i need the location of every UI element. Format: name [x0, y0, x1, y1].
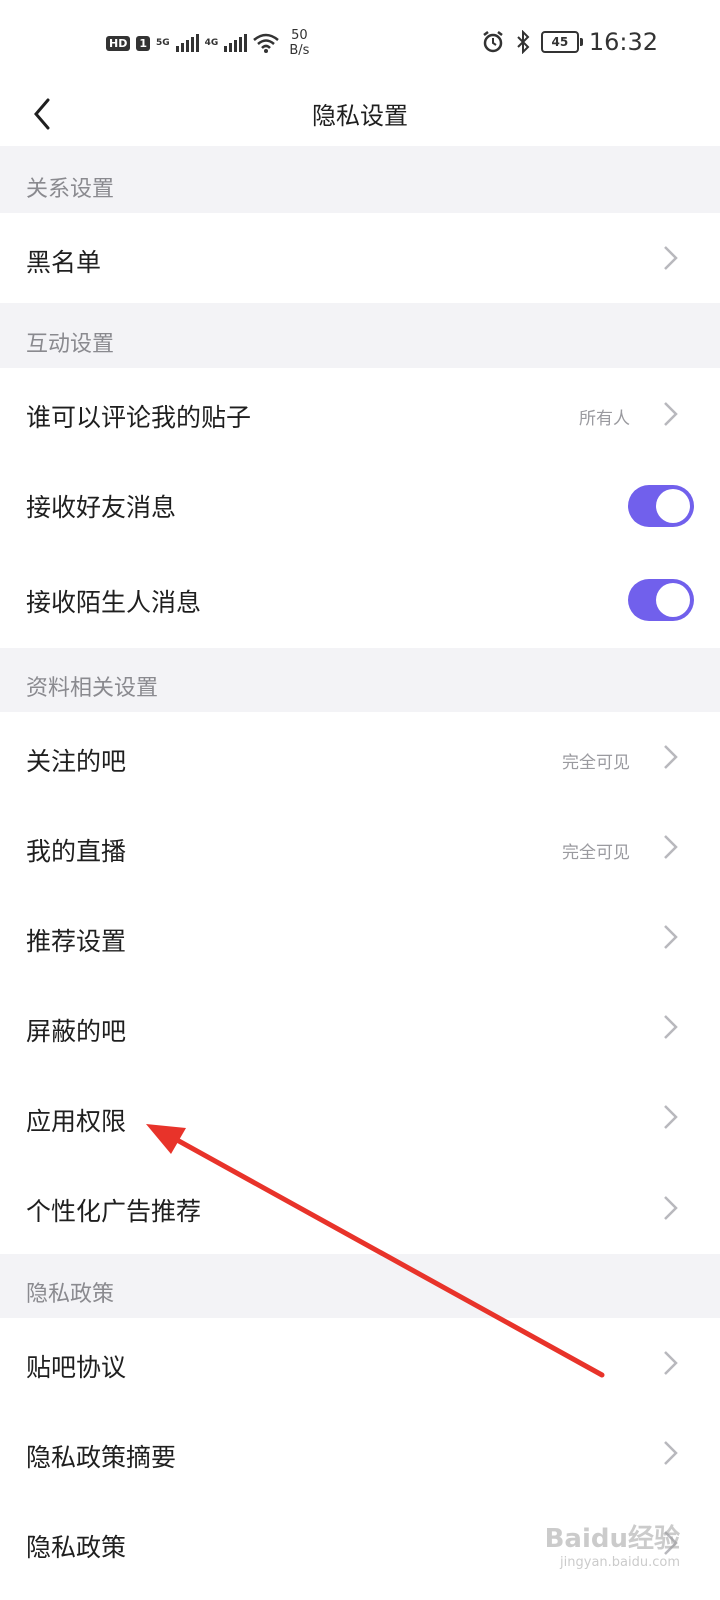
bluetooth-icon [517, 30, 530, 54]
row-app-permissions[interactable]: 应用权限 [0, 1072, 720, 1162]
row-label: 个性化广告推荐 [26, 1197, 202, 1226]
section-header-relationship: 关系设置 [0, 146, 720, 213]
network-type-2: 4G [204, 38, 219, 48]
row-tieba-agreement[interactable]: 贴吧协议 [0, 1318, 720, 1408]
row-receive-friend-messages: 接收好友消息 [0, 460, 720, 552]
row-label: 接收陌生人消息 [26, 588, 202, 617]
chevron-right-icon [664, 925, 678, 949]
row-label: 接收好友消息 [26, 493, 177, 522]
hd-badge: HD [106, 35, 131, 51]
watermark-main: Baidu经验 [544, 1524, 680, 1554]
row-recommend-settings[interactable]: 推荐设置 [0, 892, 720, 982]
section-title: 关系设置 [26, 177, 115, 202]
row-label: 我的直播 [26, 837, 127, 866]
row-label: 黑名单 [26, 248, 102, 277]
chevron-right-icon [664, 402, 678, 426]
battery-icon: 45 [540, 31, 583, 53]
speed-value: 50 [291, 28, 308, 43]
chevron-right-icon [664, 1441, 678, 1465]
speed-unit: B/s [289, 43, 310, 58]
status-left: HD 1 5G 4G 50 B/s [106, 28, 309, 58]
row-label: 贴吧协议 [26, 1353, 127, 1382]
page-title: 隐私设置 [312, 102, 408, 130]
section-title: 隐私政策 [26, 1282, 115, 1307]
chevron-right-icon [664, 1196, 678, 1220]
status-bar: HD 1 5G 4G 50 B/s 45 16:32 [0, 0, 720, 90]
row-who-can-comment[interactable]: 谁可以评论我的贴子 所有人 [0, 368, 720, 460]
section-header-policy: 隐私政策 [0, 1254, 720, 1318]
row-blocked-bars[interactable]: 屏蔽的吧 [0, 982, 720, 1072]
row-label: 应用权限 [26, 1107, 127, 1136]
section-header-interaction: 互动设置 [0, 303, 720, 368]
section-title: 互动设置 [26, 332, 115, 357]
chevron-right-icon [664, 745, 678, 769]
watermark-sub: jingyan.baidu.com [560, 1555, 680, 1570]
row-my-live[interactable]: 我的直播 完全可见 [0, 802, 720, 892]
section-header-profile: 资料相关设置 [0, 648, 720, 712]
signal-icon-2 [224, 34, 248, 52]
alarm-icon [483, 31, 503, 53]
navigation-bar: 隐私设置 [0, 90, 720, 146]
row-personalized-ads[interactable]: 个性化广告推荐 [0, 1162, 720, 1254]
row-privacy-summary[interactable]: 隐私政策摘要 [0, 1408, 720, 1498]
chevron-right-icon [664, 1015, 678, 1039]
stranger-messages-toggle[interactable] [628, 579, 694, 621]
toggle-knob [656, 489, 690, 523]
network-speed: 50 B/s [289, 28, 309, 58]
section-title: 资料相关设置 [26, 676, 159, 701]
baidu-watermark: Baidu经验 jingyan.baidu.com [545, 1518, 680, 1570]
sim-badge: 1 [136, 35, 150, 51]
row-label: 推荐设置 [26, 927, 127, 956]
row-value: 完全可见 [562, 753, 630, 773]
row-label: 谁可以评论我的贴子 [26, 403, 252, 432]
signal-icon [175, 34, 199, 52]
row-value: 所有人 [579, 409, 630, 429]
row-label: 隐私政策摘要 [26, 1443, 177, 1472]
clock: 16:32 [588, 28, 658, 56]
chevron-right-icon [664, 1105, 678, 1129]
row-label: 隐私政策 [26, 1533, 127, 1562]
row-receive-stranger-messages: 接收陌生人消息 [0, 552, 720, 648]
row-label: 屏蔽的吧 [26, 1017, 127, 1046]
chevron-right-icon [664, 246, 678, 270]
wifi-icon [253, 33, 280, 53]
row-blacklist[interactable]: 黑名单 [0, 213, 720, 303]
row-followed-bars[interactable]: 关注的吧 完全可见 [0, 712, 720, 802]
row-value: 完全可见 [562, 843, 630, 863]
toggle-knob [656, 583, 690, 617]
chevron-right-icon [664, 1351, 678, 1375]
friend-messages-toggle[interactable] [628, 485, 694, 527]
row-label: 关注的吧 [26, 747, 127, 776]
status-right: 45 16:32 [481, 28, 658, 56]
chevron-right-icon [664, 835, 678, 859]
network-type-1: 5G [156, 38, 170, 48]
